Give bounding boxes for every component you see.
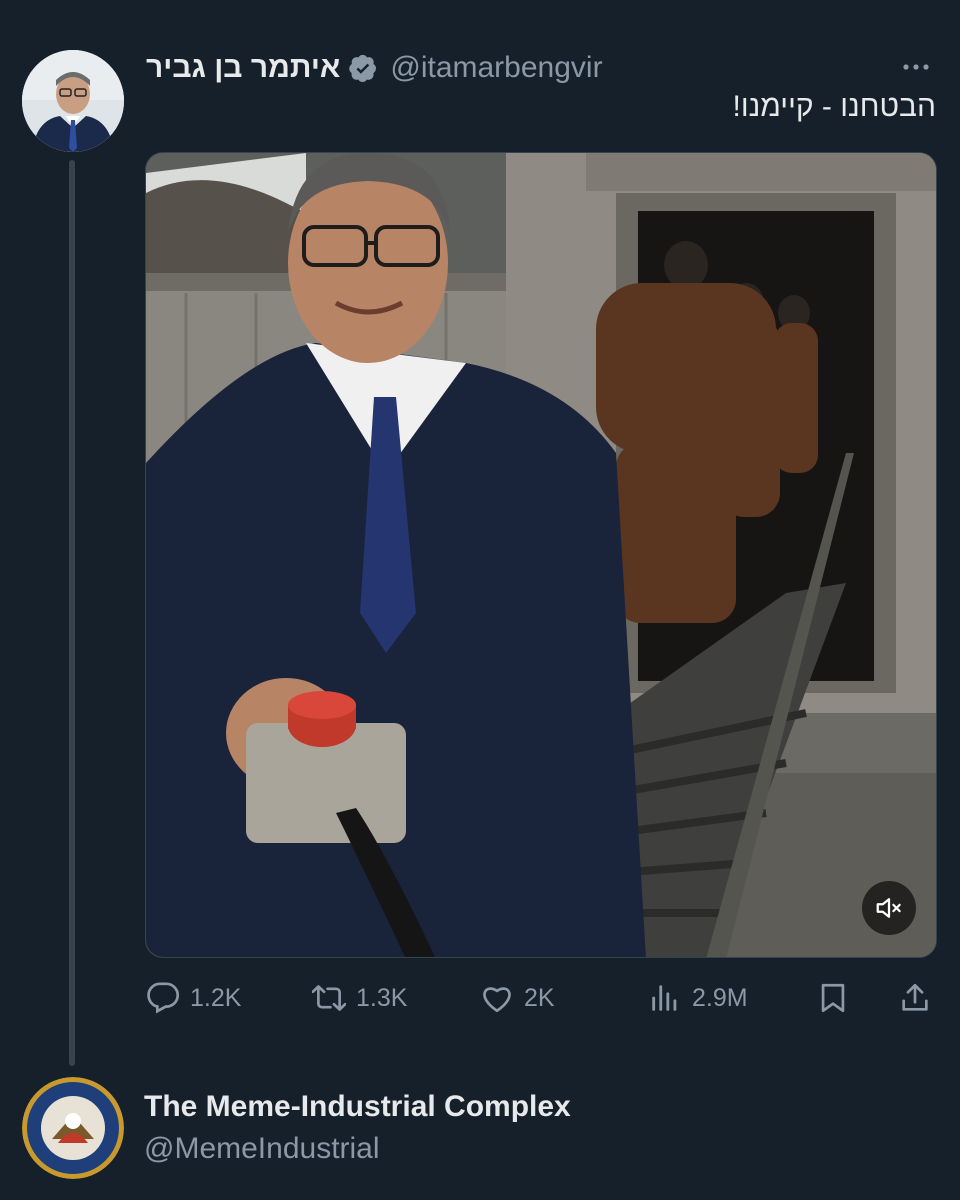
reply-icon (147, 982, 180, 1014)
author-avatar-image (22, 50, 124, 152)
thread-line (69, 160, 75, 1066)
like-count: 2K (524, 983, 555, 1012)
author-avatar[interactable] (22, 50, 124, 152)
share-button[interactable] (898, 972, 932, 1024)
tweet-header: איתמר בן גביר @itamarbengvir (146, 46, 936, 90)
quoted-account-avatar[interactable] (22, 1077, 124, 1179)
tweet-action-bar: 1.2K 1.3K 2K 2.9M (146, 972, 936, 1024)
mute-icon (876, 898, 901, 918)
tweet-video[interactable] (145, 152, 937, 958)
view-count: 2.9M (692, 983, 748, 1012)
views-button[interactable]: 2.9M (648, 972, 748, 1024)
share-icon (902, 983, 928, 1011)
video-frame (146, 153, 936, 957)
like-button[interactable]: 2K (480, 972, 555, 1024)
heart-icon (483, 987, 511, 1013)
seal-logo-icon (22, 1077, 124, 1179)
repost-button[interactable]: 1.3K (312, 972, 407, 1024)
quoted-account-handle[interactable]: @MemeIndustrial (144, 1132, 380, 1166)
more-options-icon[interactable] (896, 52, 936, 82)
mute-button[interactable] (862, 881, 916, 935)
bookmark-icon (821, 983, 845, 1013)
verified-badge-icon (349, 54, 377, 82)
author-display-name[interactable]: איתמר בן גביר (146, 51, 340, 85)
reply-count: 1.2K (190, 983, 242, 1012)
bookmark-button[interactable] (816, 972, 850, 1024)
quoted-account-name[interactable]: The Meme-Industrial Complex (144, 1090, 571, 1124)
tweet-text: הבטחנו - קיימנו! (732, 90, 936, 123)
views-icon (652, 985, 677, 1011)
author-handle[interactable]: @itamarbengvir (390, 51, 602, 85)
repost-count: 1.3K (356, 983, 408, 1012)
reply-button[interactable]: 1.2K (146, 972, 241, 1024)
repost-icon (312, 985, 346, 1011)
